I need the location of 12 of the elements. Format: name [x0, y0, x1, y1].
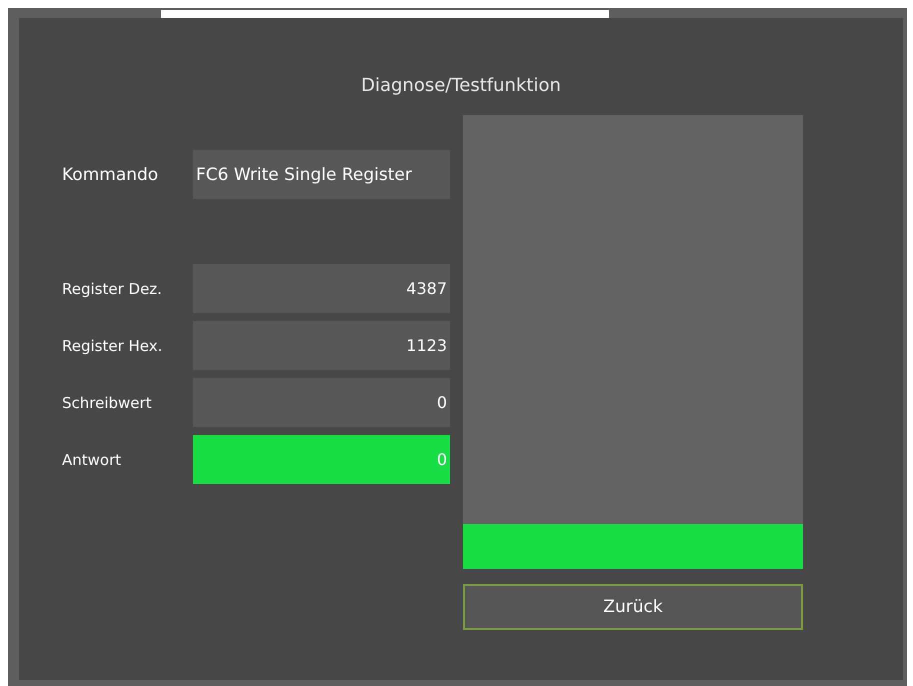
field-label: Kommando: [62, 164, 160, 184]
value-field: 0: [193, 378, 450, 427]
value-field: 0: [193, 435, 450, 484]
back-button[interactable]: Zurück: [463, 584, 803, 630]
field-label: Register Dez.: [62, 280, 163, 298]
command-field[interactable]: FC6 Write Single Register: [193, 150, 450, 199]
value-field: 4387: [193, 264, 450, 313]
value-field: 1123: [193, 321, 450, 370]
field-label: Schreibwert: [62, 394, 153, 412]
field-label: Register Hex.: [62, 336, 164, 354]
dialog-title: Diagnose/Testfunktion: [360, 75, 562, 97]
field-label: Antwort: [62, 450, 122, 468]
